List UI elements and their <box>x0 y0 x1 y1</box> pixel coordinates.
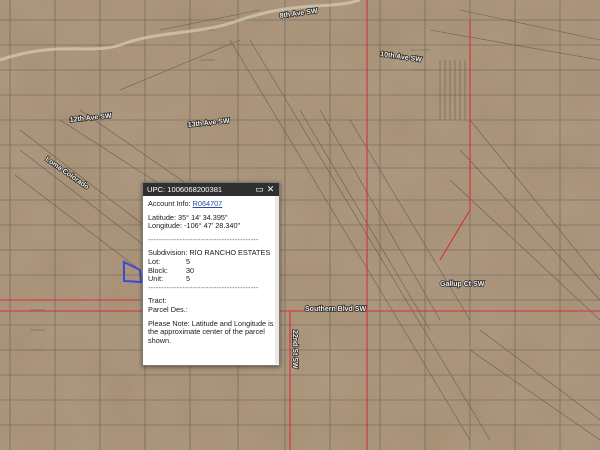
popup-header: UPC: 1006068200381 ▭ ✕ <box>143 183 279 196</box>
location-note: Please Note: Latitude and Longitude is t… <box>148 318 274 345</box>
aerial-map[interactable]: 8th Ave SW 10th Ave SW 12th Ave SW 13th … <box>0 0 600 450</box>
popup-title: UPC: 1006068200381 <box>147 185 223 194</box>
parcel-desc-label: Parcel Des.: <box>148 304 188 314</box>
subdivision-value: RIO RANCHO ESTATES <box>189 248 271 258</box>
separator: ----------------------------------------… <box>148 282 259 292</box>
road-label: 22nd St SW <box>291 330 298 369</box>
close-icon[interactable]: ✕ <box>266 185 275 194</box>
block-row: Block: 30 <box>148 266 275 276</box>
parcel-info-popup: UPC: 1006068200381 ▭ ✕ Account Info: R06… <box>142 182 280 366</box>
account-label: Account Info: <box>148 199 191 208</box>
road-label: Gallup Ct SW <box>440 281 485 288</box>
road-label: Southern Blvd SW <box>305 306 366 313</box>
popup-body[interactable]: Account Info: R064707 Latitude: 35° 14' … <box>143 196 279 364</box>
account-link[interactable]: R064707 <box>193 199 223 208</box>
longitude-text: Longitude: -106° 47' 28.340" <box>148 221 241 231</box>
minimize-icon[interactable]: ▭ <box>255 185 264 194</box>
separator: ----------------------------------------… <box>148 234 259 244</box>
account-row: Account Info: R064707 <box>148 199 275 209</box>
subdivision-row: Subdivision: RIO RANCHO ESTATES <box>148 249 275 258</box>
